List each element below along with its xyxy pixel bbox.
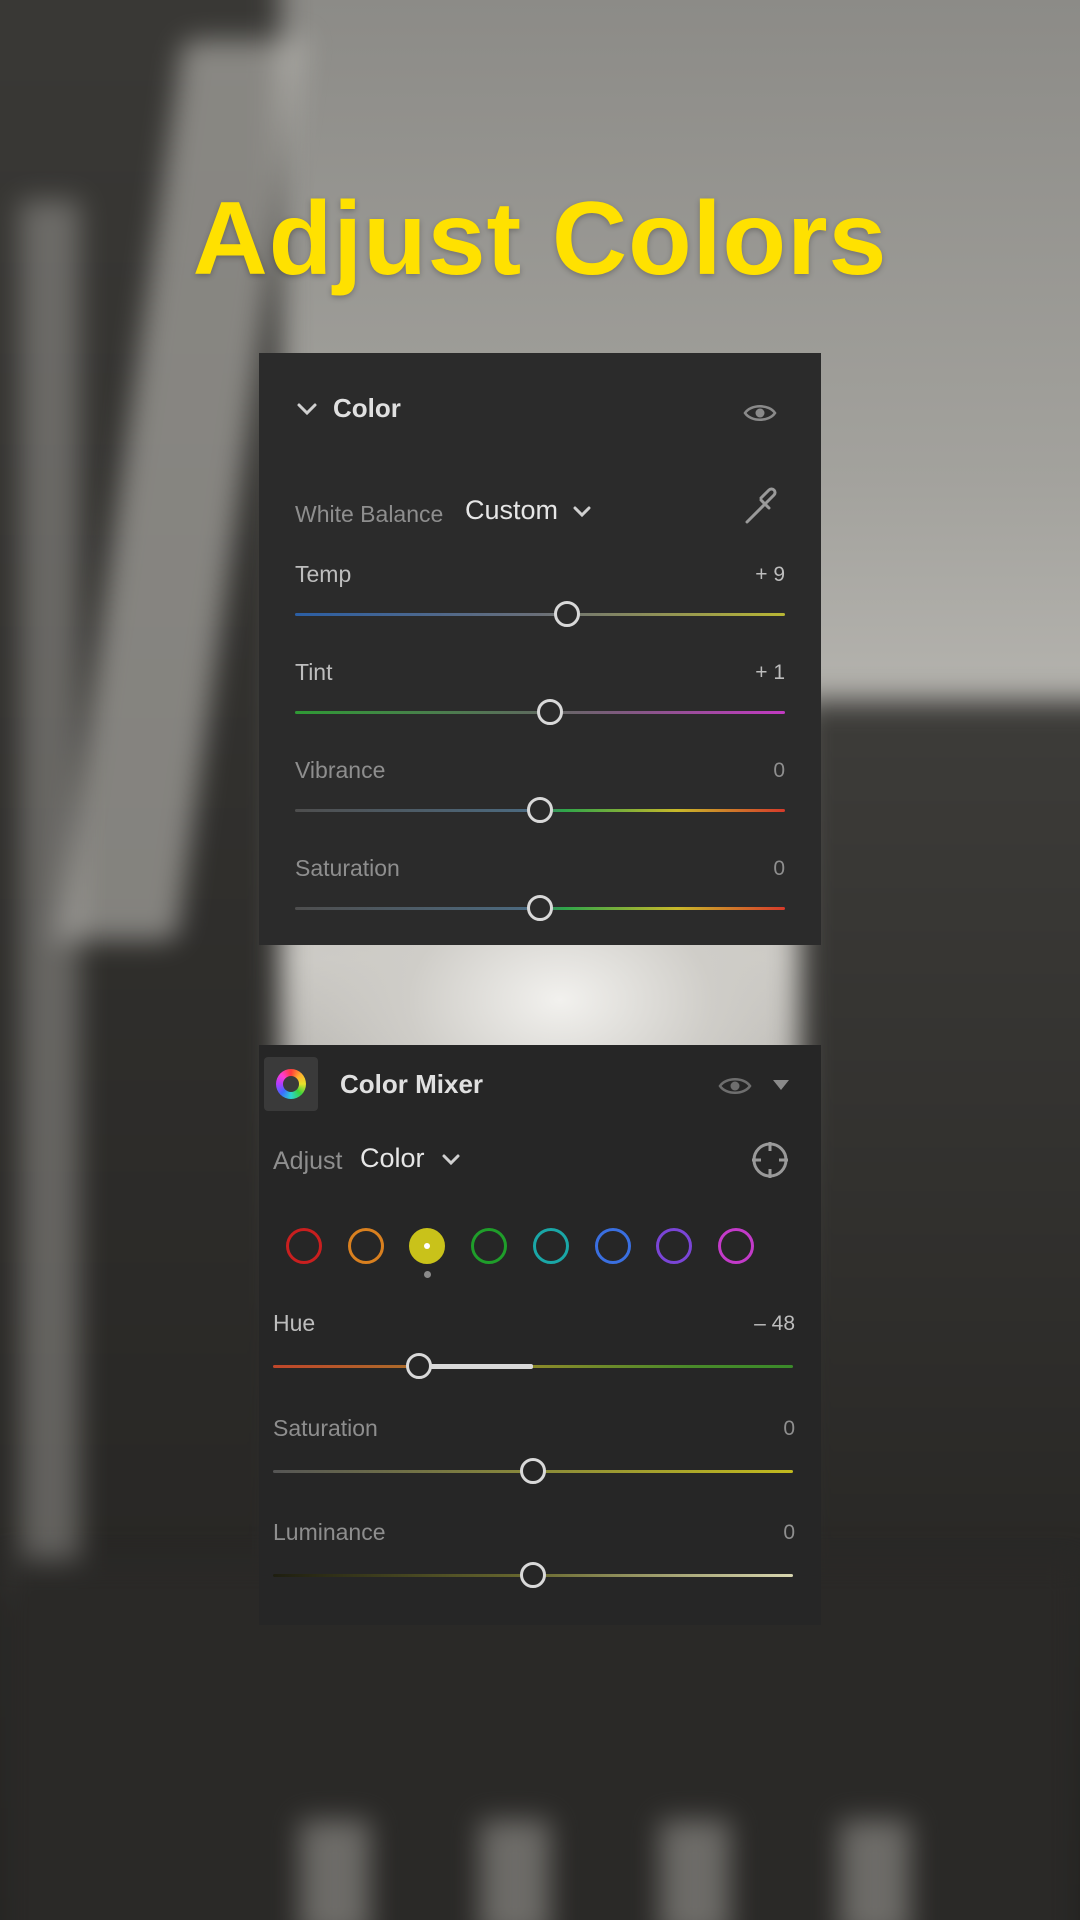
slider-value: 0 [773,759,785,782]
eye-icon[interactable] [743,401,777,425]
slider-value: – 48 [754,1312,795,1335]
slider-label: Vibrance [295,757,386,783]
slider-thumb[interactable] [405,1353,432,1379]
white-balance-dropdown[interactable]: Custom [465,495,592,526]
color-panel: Color White Balance Custom Temp + 9 Tint… [259,353,821,945]
chevron-down-icon [297,403,317,415]
color-swatch-3[interactable] [471,1228,508,1264]
color-panel-title: Color [333,393,401,423]
adjust-value: Color [360,1143,425,1173]
slider-value: + 1 [755,661,785,684]
color-mixer-panel: Color Mixer Adjust Color Hue – 48 Satura… [259,1045,821,1625]
color-swatch-4[interactable] [532,1228,569,1264]
slider-track[interactable] [295,613,785,616]
slider-value: 0 [783,1417,795,1440]
color-panel-header[interactable]: Color [295,393,401,424]
white-balance-label: White Balance [295,501,444,527]
hue-offset-fill [419,1364,533,1369]
eyedropper-icon[interactable] [741,486,783,528]
color-wheel-icon[interactable] [264,1057,318,1111]
target-adjust-icon[interactable] [749,1139,791,1181]
white-balance-value: Custom [465,495,559,525]
selected-indicator [424,1271,432,1278]
color-swatch-1[interactable] [347,1228,384,1264]
slider-label: Saturation [273,1415,378,1441]
slider-label: Temp [295,561,352,587]
color-swatch-7[interactable] [717,1228,754,1264]
headline: Adjust Colors [192,181,888,297]
slider-value: 0 [773,857,785,880]
slider-thumb[interactable] [536,699,563,725]
slider-thumb[interactable] [520,1562,546,1588]
color-swatch-5[interactable] [594,1228,631,1264]
triangle-down-icon[interactable] [772,1078,790,1092]
slider-thumb[interactable] [527,797,553,823]
slider-track[interactable] [273,1365,793,1368]
selected-dot [424,1243,431,1249]
color-mixer-title: Color Mixer [340,1069,484,1099]
adjust-label: Adjust [273,1147,343,1175]
slider-thumb[interactable] [527,895,553,921]
color-swatch-2[interactable] [409,1228,446,1278]
chevron-down-icon [573,506,591,517]
slider-value: + 9 [755,563,785,586]
slider-value: 0 [783,1521,795,1544]
slider-label: Luminance [273,1519,386,1545]
adjust-dropdown[interactable]: Color [360,1143,461,1174]
color-swatch-0[interactable] [286,1228,322,1264]
slider-thumb[interactable] [553,601,580,627]
eye-icon[interactable] [718,1074,752,1098]
chevron-down-icon [442,1154,460,1165]
color-swatch-6[interactable] [656,1228,693,1264]
slider-label: Saturation [295,855,400,881]
slider-thumb[interactable] [520,1458,546,1484]
slider-label: Tint [295,659,333,685]
slider-label: Hue [273,1310,316,1336]
